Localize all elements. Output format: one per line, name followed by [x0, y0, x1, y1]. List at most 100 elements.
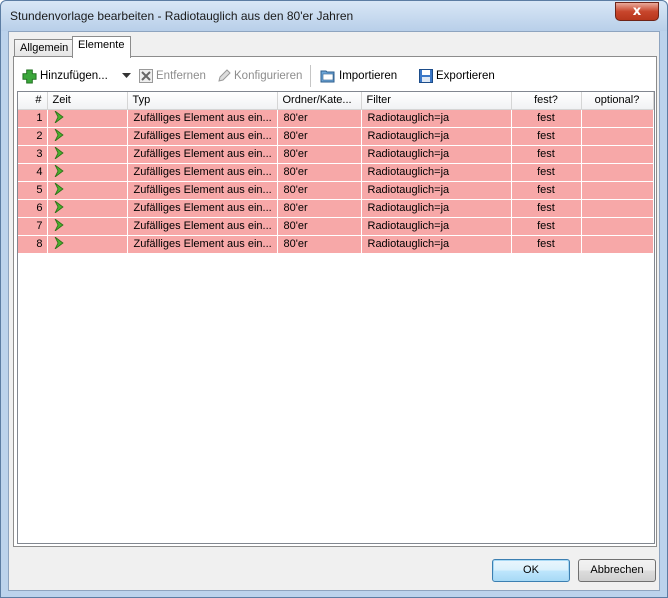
cell-number[interactable]: 2 [18, 127, 48, 146]
cell-typ[interactable]: Zufälliges Element aus ein... [127, 235, 278, 254]
cell-zeit[interactable] [47, 145, 128, 164]
column-header-fest[interactable]: fest? [511, 92, 582, 110]
cell-optional[interactable] [581, 163, 654, 182]
cell-filter[interactable]: Radiotauglich=ja [361, 127, 512, 146]
cell-fest[interactable]: fest [511, 217, 582, 236]
table-header-row: # Zeit Typ Ordner/Kate... Filter fest? o… [18, 92, 654, 110]
cell-typ[interactable]: Zufälliges Element aus ein... [127, 199, 278, 218]
cell-ordner[interactable]: 80'er [277, 127, 362, 146]
add-button[interactable]: Hinzufügen... [22, 65, 108, 87]
cell-filter[interactable]: Radiotauglich=ja [361, 199, 512, 218]
column-header-filter[interactable]: Filter [361, 92, 512, 110]
table-row[interactable]: 1 Zufälliges Element aus ein... 80'er Radio… [18, 109, 654, 128]
table-row[interactable]: 6 Zufälliges Element aus ein... 80'er Radio… [18, 199, 654, 218]
dialog-window: Stundenvorlage bearbeiten - Radiotauglic… [0, 0, 668, 598]
cell-optional[interactable] [581, 181, 654, 200]
cell-zeit[interactable] [47, 127, 128, 146]
cell-filter[interactable]: Radiotauglich=ja [361, 235, 512, 254]
cell-ordner[interactable]: 80'er [277, 145, 362, 164]
cell-number[interactable]: 4 [18, 163, 48, 182]
cell-number[interactable]: 3 [18, 145, 48, 164]
cell-fest[interactable]: fest [511, 163, 582, 182]
cell-optional[interactable] [581, 127, 654, 146]
cell-optional[interactable] [581, 235, 654, 254]
column-header-number[interactable]: # [18, 92, 48, 110]
cell-fest[interactable]: fest [511, 199, 582, 218]
import-label: Importieren [339, 70, 398, 82]
column-header-zeit[interactable]: Zeit [47, 92, 128, 110]
cell-filter[interactable]: Radiotauglich=ja [361, 217, 512, 236]
cell-number[interactable]: 7 [18, 217, 48, 236]
cell-ordner[interactable]: 80'er [277, 163, 362, 182]
cell-zeit[interactable] [47, 181, 128, 200]
cell-zeit[interactable] [47, 109, 128, 128]
title-bar[interactable]: Stundenvorlage bearbeiten - Radiotauglic… [1, 1, 667, 31]
table-row[interactable]: 5 Zufälliges Element aus ein... 80'er Radio… [18, 181, 654, 200]
toolbar-separator [310, 65, 311, 87]
cell-fest[interactable]: fest [511, 235, 582, 254]
table-row[interactable]: 3 Zufälliges Element aus ein... 80'er Radio… [18, 145, 654, 164]
column-header-typ[interactable]: Typ [127, 92, 278, 110]
cell-fest[interactable]: fest [511, 181, 582, 200]
cell-typ[interactable]: Zufälliges Element aus ein... [127, 109, 278, 128]
cell-zeit[interactable] [47, 235, 128, 254]
export-button[interactable]: Exportieren [419, 65, 495, 87]
cell-optional[interactable] [581, 145, 654, 164]
table-row[interactable]: 4 Zufälliges Element aus ein... 80'er Radio… [18, 163, 654, 182]
close-button[interactable]: x [615, 2, 659, 21]
cell-optional[interactable] [581, 217, 654, 236]
table-row[interactable]: 7 Zufälliges Element aus ein... 80'er Radio… [18, 217, 654, 236]
column-header-ordner[interactable]: Ordner/Kate... [277, 92, 362, 110]
cell-filter[interactable]: Radiotauglich=ja [361, 163, 512, 182]
cell-typ[interactable]: Zufälliges Element aus ein... [127, 163, 278, 182]
cell-filter[interactable]: Radiotauglich=ja [361, 181, 512, 200]
cancel-button[interactable]: Abbrechen [578, 559, 656, 582]
dropdown-arrow-icon [122, 73, 131, 78]
configure-button[interactable]: Konfigurieren [217, 65, 302, 87]
table-row[interactable]: 2 Zufälliges Element aus ein... 80'er Radio… [18, 127, 654, 146]
play-arrow-icon [54, 146, 64, 162]
cell-zeit[interactable] [47, 199, 128, 218]
cell-ordner[interactable]: 80'er [277, 235, 362, 254]
cell-ordner[interactable]: 80'er [277, 181, 362, 200]
ok-button[interactable]: OK [492, 559, 570, 582]
cell-optional[interactable] [581, 109, 654, 128]
close-icon: x [632, 4, 642, 19]
cell-fest[interactable]: fest [511, 127, 582, 146]
cell-fest[interactable]: fest [511, 109, 582, 128]
table-body: 1 Zufälliges Element aus ein... 80'er Radio… [18, 109, 654, 254]
remove-button[interactable]: Entfernen [139, 65, 206, 87]
cell-number[interactable]: 6 [18, 199, 48, 218]
cell-ordner[interactable]: 80'er [277, 199, 362, 218]
delete-icon [139, 69, 153, 83]
play-arrow-icon [54, 164, 64, 180]
add-dropdown-button[interactable] [122, 65, 131, 87]
cell-typ[interactable]: Zufälliges Element aus ein... [127, 145, 278, 164]
import-button[interactable]: Importieren [320, 65, 397, 87]
play-arrow-icon [54, 128, 64, 144]
cell-number[interactable]: 1 [18, 109, 48, 128]
tab-elemente[interactable]: Elemente [72, 36, 131, 58]
cell-number[interactable]: 5 [18, 181, 48, 200]
cell-number[interactable]: 8 [18, 235, 48, 254]
cell-typ[interactable]: Zufälliges Element aus ein... [127, 181, 278, 200]
add-label: Hinzufügen... [40, 70, 108, 82]
cell-ordner[interactable]: 80'er [277, 109, 362, 128]
elemente-panel: Hinzufügen... Entfernen Konfigurieren Im… [13, 56, 657, 547]
folder-open-icon [320, 70, 335, 83]
table-row[interactable]: 8 Zufälliges Element aus ein... 80'er Radio… [18, 235, 654, 254]
toolbar: Hinzufügen... Entfernen Konfigurieren Im… [18, 65, 652, 87]
elements-grid[interactable]: # Zeit Typ Ordner/Kate... Filter fest? o… [17, 91, 655, 544]
column-header-optional[interactable]: optional? [581, 92, 654, 110]
play-arrow-icon [54, 218, 64, 234]
cell-ordner[interactable]: 80'er [277, 217, 362, 236]
cell-typ[interactable]: Zufälliges Element aus ein... [127, 127, 278, 146]
cell-filter[interactable]: Radiotauglich=ja [361, 145, 512, 164]
cell-filter[interactable]: Radiotauglich=ja [361, 109, 512, 128]
configure-label: Konfigurieren [234, 70, 303, 82]
cell-optional[interactable] [581, 199, 654, 218]
cell-typ[interactable]: Zufälliges Element aus ein... [127, 217, 278, 236]
cell-zeit[interactable] [47, 163, 128, 182]
cell-fest[interactable]: fest [511, 145, 582, 164]
cell-zeit[interactable] [47, 217, 128, 236]
